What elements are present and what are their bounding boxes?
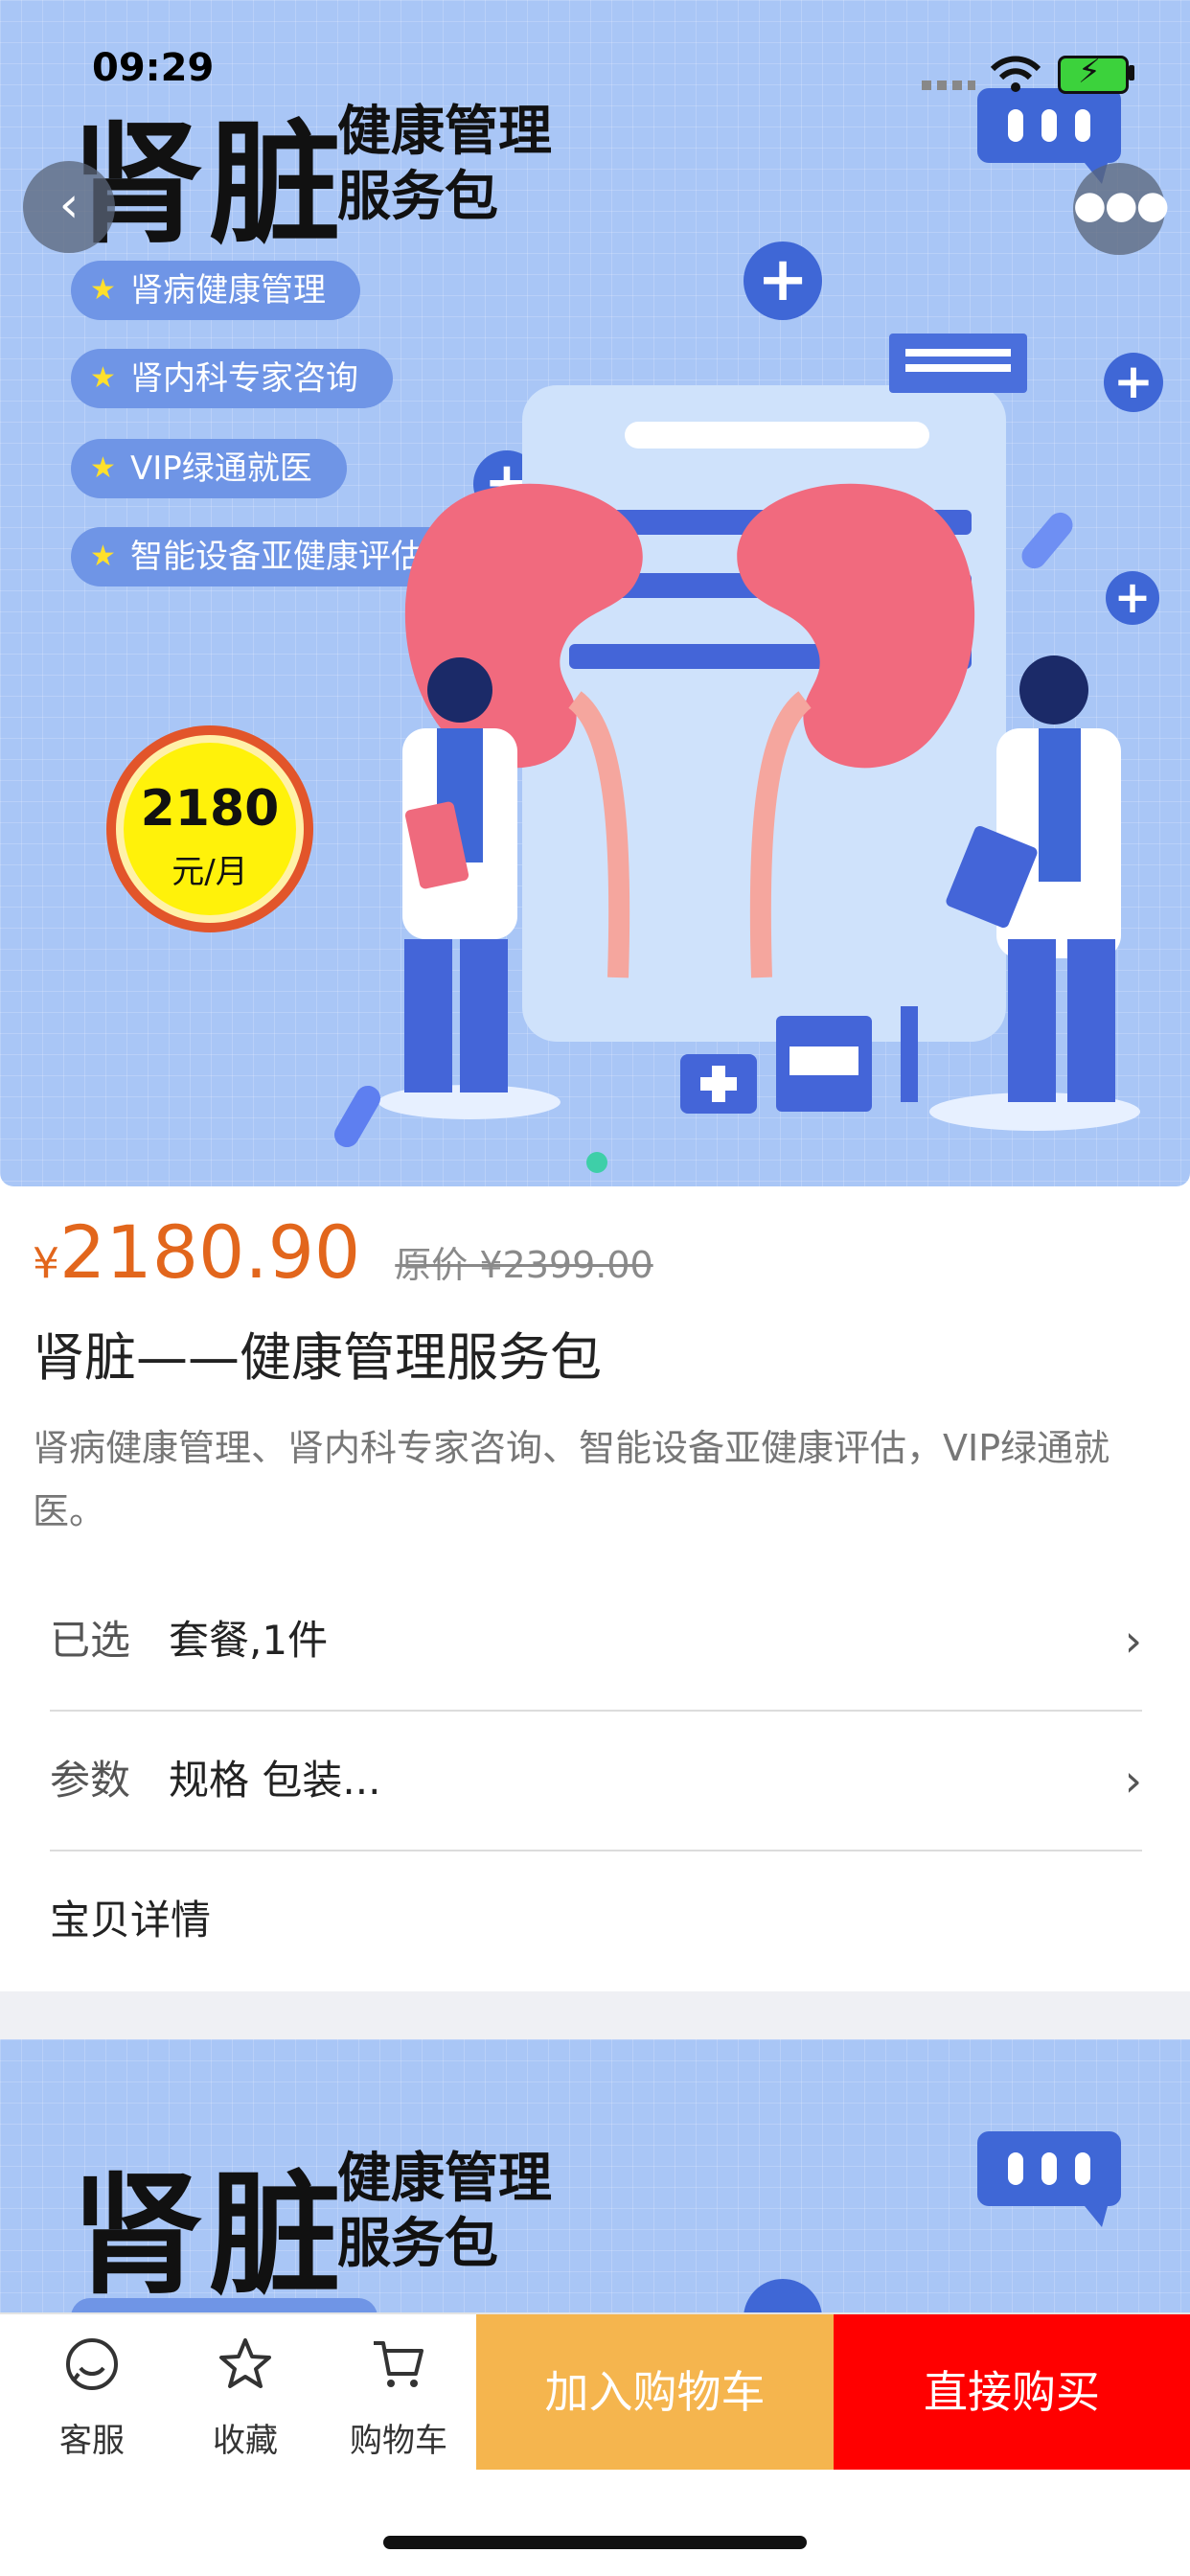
option-value: 规格 包装...	[169, 1757, 381, 1804]
chat-bubble-icon	[977, 2131, 1121, 2231]
product-banner[interactable]: 肾脏 健康管理 服务包 ★ 肾病健康管理 ★ 肾内科专家咨询 ★ VIP绿通就医 ★ 智…	[0, 0, 1190, 1186]
parameters-row[interactable]: 参数 规格 包装... ›	[50, 1712, 1142, 1852]
details-image: 肾脏 健康管理 服务包	[0, 2039, 1190, 2312]
selected-option-row[interactable]: 已选 套餐,1件 ›	[50, 1572, 1142, 1712]
customer-service-button[interactable]: 客服	[15, 2314, 169, 2470]
more-icon: ●●●	[1073, 183, 1170, 227]
star-icon: ★	[90, 361, 116, 395]
chevron-left-icon: ‹	[58, 176, 80, 234]
buy-now-button[interactable]: 直接购买	[834, 2314, 1190, 2470]
product-title: 肾脏——健康管理服务包	[33, 1327, 602, 1388]
add-to-cart-button[interactable]: 加入购物车	[476, 2314, 834, 2470]
banner-tag-partial	[71, 2298, 378, 2312]
tab-label: 客服	[59, 2422, 125, 2460]
current-price: ¥2180.90	[33, 1209, 360, 1295]
battery-icon: ⚡	[1058, 53, 1129, 94]
status-time: 09:29	[92, 46, 215, 90]
price-value: 2180.90	[59, 1209, 361, 1295]
option-key: 参数	[50, 1757, 131, 1804]
banner-tag: ★ 肾病健康管理	[71, 261, 360, 320]
star-outline-icon	[169, 2335, 322, 2403]
cart-button[interactable]: 购物车	[322, 2314, 475, 2470]
option-value: 套餐,1件	[169, 1617, 329, 1664]
kidney-illustration	[326, 326, 1188, 1154]
back-button[interactable]: ‹	[23, 161, 115, 253]
wifi-icon	[990, 56, 1041, 98]
bottom-action-bar: 客服 收藏 购物车 加入购物车 直接购买	[0, 2312, 1190, 2470]
banner-tag: ★ VIP绿通就医	[71, 439, 347, 498]
star-icon: ★	[90, 273, 116, 307]
product-description: 肾病健康管理、肾内科专家咨询、智能设备亚健康评估，VIP绿通就医。	[33, 1427, 1110, 1532]
cart-icon	[322, 2335, 475, 2403]
original-price: 原价 ¥2399.00	[395, 1244, 653, 1286]
battery-cap	[1129, 65, 1134, 80]
banner-title-sub-2: 服务包	[337, 166, 498, 228]
option-key: 已选	[50, 1617, 131, 1664]
signal-icon	[922, 80, 975, 90]
home-indicator[interactable]	[383, 2536, 807, 2549]
star-icon: ★	[90, 540, 116, 573]
badge-price: 2180	[140, 780, 280, 838]
plus-icon: +	[744, 242, 822, 320]
section-divider	[0, 1991, 1190, 2039]
chevron-right-icon: ›	[1124, 1755, 1142, 1806]
banner-title-main: 肾脏	[71, 2158, 348, 2312]
details-heading: 宝贝详情	[50, 1897, 212, 1944]
banner-title-main: 肾脏	[71, 107, 348, 262]
favorite-button[interactable]: 收藏	[169, 2314, 322, 2470]
more-button[interactable]: ●●●	[1073, 163, 1170, 255]
tab-label: 购物车	[350, 2422, 447, 2460]
tab-label: 收藏	[213, 2422, 278, 2460]
currency-symbol: ¥	[33, 1239, 59, 1288]
banner-title-sub-2: 服务包	[337, 2213, 498, 2275]
badge-unit: 元/月	[172, 853, 248, 891]
price-row: ¥2180.90 原价 ¥2399.00	[33, 1209, 653, 1295]
price-badge: 2180 元/月	[102, 721, 318, 937]
chat-icon	[15, 2335, 169, 2403]
carousel-dot[interactable]	[586, 1152, 607, 1173]
chevron-right-icon: ›	[1124, 1615, 1142, 1667]
details-heading-row: 宝贝详情	[50, 1852, 1142, 1990]
star-icon: ★	[90, 451, 116, 485]
